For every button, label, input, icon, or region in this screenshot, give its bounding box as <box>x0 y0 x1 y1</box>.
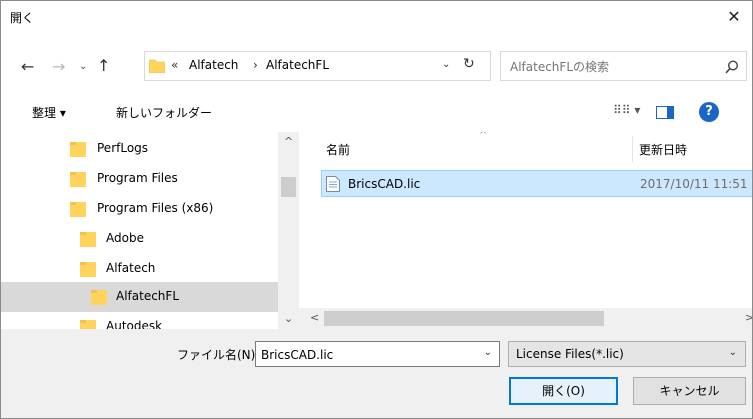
address-bar[interactable]: « Alfatech › AlfatechFL ⌄ ↻ <box>144 51 491 81</box>
scroll-left-icon[interactable]: < <box>310 311 319 324</box>
license-file-icon <box>326 176 340 192</box>
tree-item-alfatech[interactable]: Alfatech <box>1 254 278 284</box>
tree-item-program-files-x86[interactable]: Program Files (x86) <box>1 194 278 224</box>
address-dropdown-icon[interactable]: ⌄ <box>442 59 450 70</box>
command-toolbar: 整理 ▾ 新しいフォルダー ⠿⠿ ▾ ? <box>1 97 752 127</box>
file-type-value: License Files(*.lic) <box>516 347 624 361</box>
forward-arrow-icon[interactable]: → <box>52 57 65 76</box>
open-button[interactable]: 開く(O) <box>509 377 618 405</box>
address-overflow[interactable]: « <box>171 58 178 72</box>
scroll-up-icon[interactable]: ^ <box>284 135 293 148</box>
search-input[interactable] <box>510 58 710 76</box>
filename-combobox: ⌄ <box>255 341 500 367</box>
folder-icon <box>70 142 86 157</box>
column-header-date-modified[interactable]: 更新日時 <box>639 141 687 158</box>
view-options-icon[interactable]: ⠿⠿ ▾ <box>613 103 640 117</box>
tree-item-label: Adobe <box>106 231 144 245</box>
file-list-pane: 名前 ^ 更新日時 BricsCAD.lic 2017/10/11 11:51 … <box>299 132 752 329</box>
tree-item-adobe[interactable]: Adobe <box>1 224 278 254</box>
refresh-icon[interactable]: ↻ <box>463 56 475 72</box>
folder-icon <box>70 202 86 217</box>
help-icon[interactable]: ? <box>699 102 719 122</box>
close-icon: ✕ <box>727 7 741 26</box>
file-name: BricsCAD.lic <box>348 177 421 191</box>
breadcrumb-alfatechfl[interactable]: AlfatechFL <box>266 58 329 72</box>
folder-icon <box>80 320 96 329</box>
file-type-dropdown-icon: ⌄ <box>728 347 737 358</box>
scroll-down-icon[interactable]: ⌄ <box>284 312 293 325</box>
preview-pane-icon[interactable] <box>656 106 674 119</box>
back-arrow-icon[interactable]: ← <box>21 57 34 76</box>
filename-label: ファイル名(N): <box>177 348 260 362</box>
column-header-name[interactable]: 名前 <box>326 141 350 158</box>
search-box <box>500 51 747 81</box>
folder-icon <box>91 290 107 305</box>
sort-ascending-icon: ^ <box>479 132 488 141</box>
scroll-thumb[interactable] <box>281 177 296 197</box>
file-list-horizontal-scrollbar[interactable]: < > <box>299 308 752 329</box>
title-bar: 開く ✕ <box>1 1 752 32</box>
tree-vertical-scrollbar[interactable]: ^ ⌄ <box>278 132 299 329</box>
folder-icon <box>149 59 165 73</box>
dialog-footer: ファイル名(N): ⌄ License Files(*.lic) ⌄ 開く(O)… <box>1 329 752 418</box>
navigation-bar: ← → ⌄ ↑ « Alfatech › AlfatechFL ⌄ ↻ <box>1 51 752 81</box>
organize-menu-button[interactable]: 整理 ▾ <box>32 104 66 121</box>
tree-item-label: Alfatech <box>106 261 156 275</box>
tree-item-label: PerfLogs <box>97 141 149 155</box>
tree-item-label: Program Files (x86) <box>97 201 214 215</box>
tree-item-label: Autodesk <box>106 319 163 329</box>
filename-input[interactable] <box>261 346 471 364</box>
scroll-right-icon[interactable]: > <box>745 311 752 324</box>
breadcrumb-alfatech[interactable]: Alfatech <box>189 58 238 72</box>
folder-icon <box>80 262 96 277</box>
cancel-button[interactable]: キャンセル <box>633 377 746 405</box>
scroll-thumb[interactable] <box>324 311 604 326</box>
tree-item-autodesk[interactable]: Autodesk <box>1 312 278 329</box>
file-date-modified: 2017/10/11 11:51 <box>640 177 748 191</box>
up-arrow-icon[interactable]: ↑ <box>97 56 110 75</box>
column-divider[interactable] <box>632 136 633 162</box>
tree-item-alfatechfl[interactable]: AlfatechFL <box>1 282 278 312</box>
search-icon[interactable] <box>724 59 740 75</box>
navigation-pane: PerfLogs Program Files Program Files (x8… <box>1 132 299 329</box>
file-type-select[interactable]: License Files(*.lic) ⌄ <box>508 341 746 367</box>
close-button[interactable]: ✕ <box>714 1 752 32</box>
breadcrumb-separator-icon[interactable]: › <box>253 58 258 72</box>
folder-icon <box>70 172 86 187</box>
tree-item-perflogs[interactable]: PerfLogs <box>1 134 278 164</box>
filename-dropdown-icon[interactable]: ⌄ <box>484 347 492 358</box>
open-file-dialog: 開く ✕ ← → ⌄ ↑ « Alfatech › AlfatechFL ⌄ ↻ <box>0 0 753 419</box>
recent-locations-chevron-icon[interactable]: ⌄ <box>79 61 87 72</box>
column-header-row: 名前 ^ 更新日時 <box>299 132 752 165</box>
tree-item-label: Program Files <box>97 171 178 185</box>
folder-icon <box>80 232 96 247</box>
dialog-title: 開く <box>10 11 35 25</box>
tree-item-program-files[interactable]: Program Files <box>1 164 278 194</box>
file-row-bricscad-lic[interactable]: BricsCAD.lic 2017/10/11 11:51 <box>321 170 752 197</box>
new-folder-button[interactable]: 新しいフォルダー <box>116 104 212 121</box>
tree-item-label: AlfatechFL <box>116 289 179 303</box>
